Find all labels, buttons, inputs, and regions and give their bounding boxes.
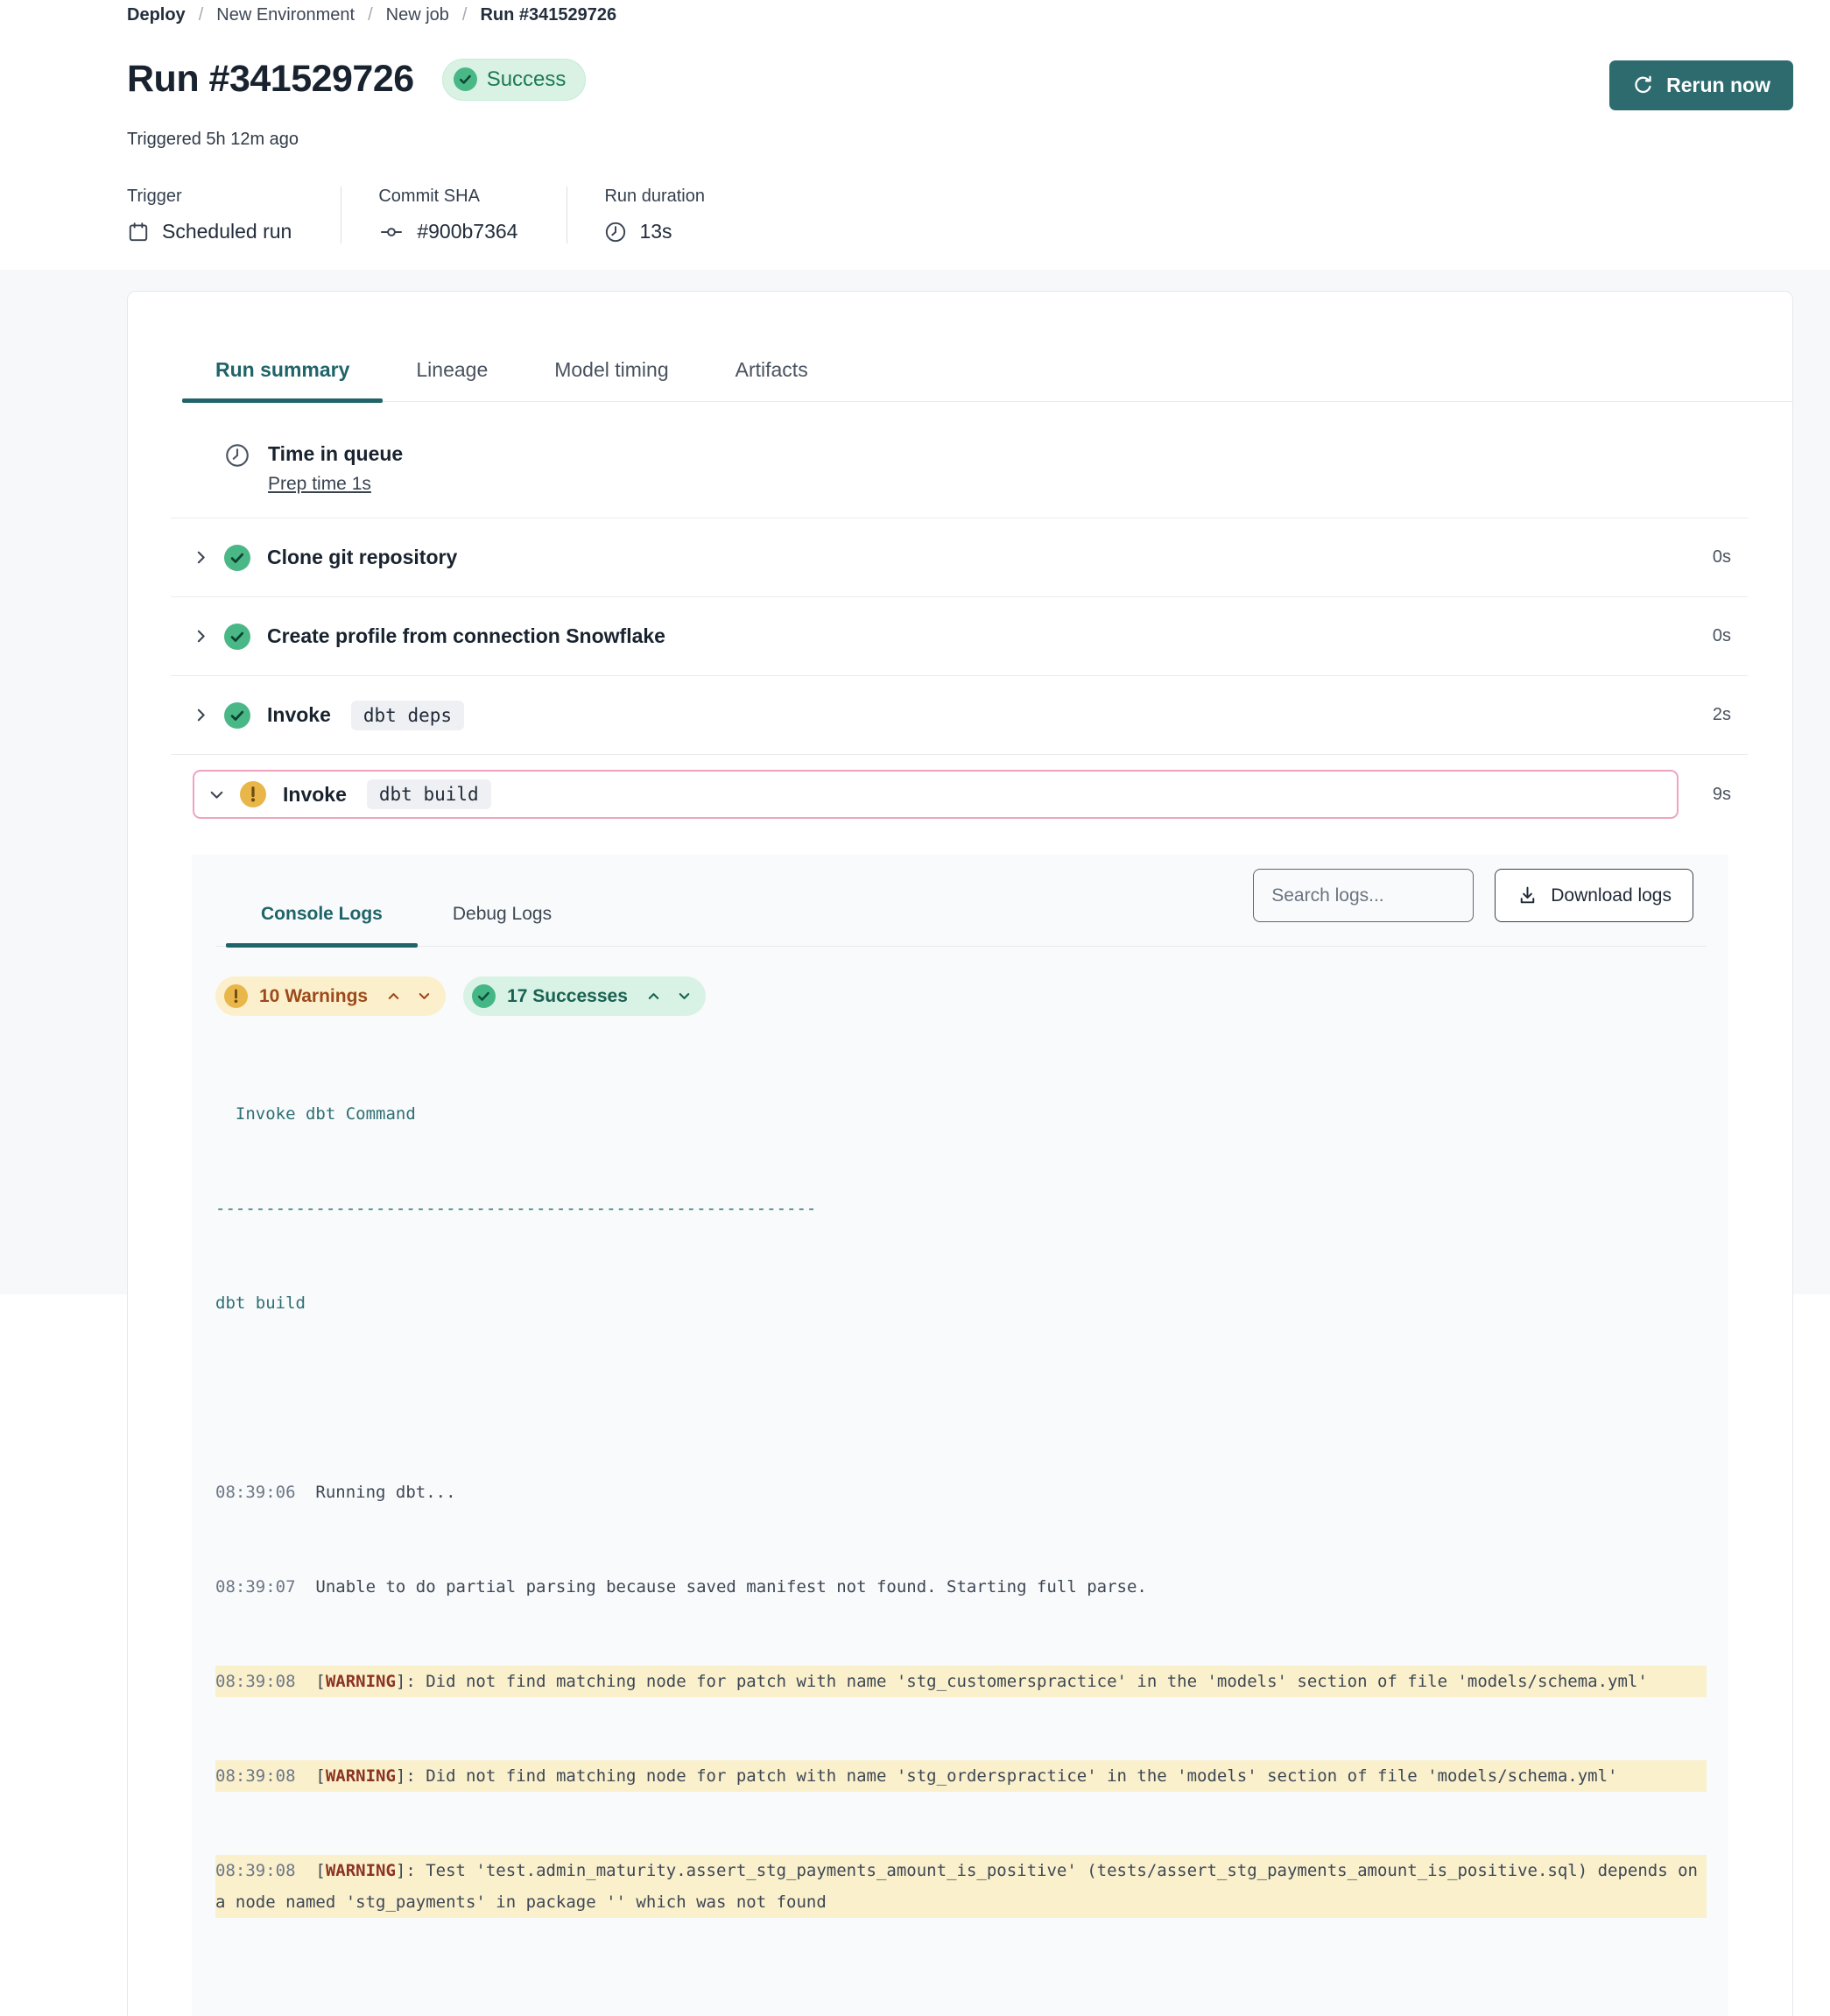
clock-icon — [604, 221, 627, 243]
successes-prev-chevron-up-icon[interactable] — [646, 989, 661, 1004]
tab-run-summary[interactable]: Run summary — [182, 346, 383, 401]
status-badge-label: Success — [487, 67, 567, 92]
step-label: Invoke — [283, 783, 347, 807]
check-circle-icon — [224, 545, 250, 571]
meta-trigger-label: Trigger — [127, 187, 292, 207]
meta-trigger-value: Scheduled run — [162, 220, 292, 243]
rerun-now-label: Rerun now — [1666, 74, 1770, 97]
successes-badge[interactable]: 17 Successes — [463, 976, 706, 1016]
warnings-next-chevron-down-icon[interactable] — [417, 989, 432, 1004]
breadcrumb-separator: / — [199, 5, 204, 25]
log-divider: ----------------------------------------… — [215, 1193, 1707, 1224]
tab-console-logs[interactable]: Console Logs — [226, 890, 418, 946]
step-label: Create profile from connection Snowflake — [267, 624, 665, 648]
meta-trigger: Trigger Scheduled run — [127, 187, 341, 243]
chevron-right-icon[interactable] — [193, 707, 209, 723]
alert-circle-icon — [224, 984, 248, 1008]
meta-duration-value: 13s — [639, 220, 672, 243]
tab-lineage[interactable]: Lineage — [383, 346, 521, 401]
warnings-prev-chevron-up-icon[interactable] — [386, 989, 401, 1004]
download-icon — [1517, 885, 1538, 906]
warnings-badge-label: 10 Warnings — [259, 986, 368, 1007]
log-header: Console Logs Debug Logs Download logs — [215, 869, 1707, 947]
log-command: dbt build — [215, 1287, 1707, 1319]
console-log-output[interactable]: Invoke dbt Command ---------------------… — [215, 1035, 1707, 1981]
log-controls: Download logs — [1253, 869, 1693, 936]
breadcrumb-separator: / — [462, 5, 468, 25]
calendar-icon — [127, 221, 150, 243]
breadcrumb: Deploy / New Environment / New job / Run… — [127, 4, 1793, 25]
check-circle-icon — [472, 984, 496, 1008]
download-logs-label: Download logs — [1551, 885, 1672, 906]
log-line: 08:39:06 Running dbt... — [215, 1477, 1707, 1508]
step-duration: 2s — [1713, 705, 1731, 725]
meta-commit: Commit SHA #900b7364 — [341, 187, 567, 243]
step-label: Clone git repository — [267, 546, 457, 569]
meta-duration: Run duration 13s — [567, 187, 754, 243]
chevron-right-icon[interactable] — [193, 628, 209, 645]
meta-commit-value: #900b7364 — [417, 220, 517, 243]
step-label: Invoke — [267, 703, 331, 727]
meta-commit-label: Commit SHA — [378, 187, 517, 207]
step-duration: 9s — [1713, 785, 1731, 805]
tab-model-timing[interactable]: Model timing — [521, 346, 701, 401]
log-line-warning: 08:39:08 [WARNING]: Test 'test.admin_mat… — [215, 1855, 1707, 1918]
check-circle-icon — [224, 624, 250, 650]
log-line-warning: 08:39:08 [WARNING]: Did not find matchin… — [215, 1666, 1707, 1697]
breadcrumb-item-environment[interactable]: New Environment — [216, 5, 355, 25]
breadcrumb-separator: / — [368, 5, 373, 25]
status-badge: Success — [442, 59, 587, 101]
breadcrumb-item-deploy[interactable]: Deploy — [127, 5, 186, 25]
run-header: Deploy / New Environment / New job / Run… — [0, 0, 1830, 243]
run-meta: Trigger Scheduled run Commit SHA #900b73… — [127, 187, 1793, 243]
alert-circle-icon — [240, 781, 266, 807]
warnings-badge[interactable]: 10 Warnings — [215, 976, 446, 1016]
card-stage: Run summary Lineage Model timing Artifac… — [0, 270, 1830, 1294]
step-row-clone-git[interactable]: Clone git repository 0s — [171, 518, 1748, 597]
step-duration: 0s — [1713, 547, 1731, 567]
git-commit-icon — [378, 221, 405, 243]
log-line: 08:39:07 Unable to do partial parsing be… — [215, 1571, 1707, 1603]
successes-badge-label: 17 Successes — [507, 986, 628, 1007]
refresh-icon — [1632, 74, 1654, 96]
step-row-dbt-build: Invoke dbt build 9s — [171, 755, 1748, 834]
step-command-chip: dbt build — [367, 779, 491, 809]
step-row-dbt-deps[interactable]: Invoke dbt deps 2s — [171, 676, 1748, 755]
log-filter-badges: 10 Warnings 17 Successes — [215, 976, 1707, 1016]
log-blank-line — [215, 1382, 1707, 1413]
rerun-now-button[interactable]: Rerun now — [1609, 60, 1793, 110]
log-tabs: Console Logs Debug Logs — [226, 890, 587, 946]
chevron-right-icon[interactable] — [193, 549, 209, 566]
step-command-chip: dbt deps — [351, 701, 464, 730]
successes-next-chevron-down-icon[interactable] — [677, 989, 692, 1004]
chevron-down-icon[interactable] — [208, 786, 225, 803]
run-tabs: Run summary Lineage Model timing Artifac… — [182, 346, 1792, 402]
page-title: Run #341529726 — [127, 58, 414, 101]
step-duration: 0s — [1713, 626, 1731, 646]
check-circle-icon — [454, 67, 477, 91]
run-summary-card: Run summary Lineage Model timing Artifac… — [127, 291, 1793, 2016]
clock-icon — [224, 442, 250, 469]
check-circle-icon — [224, 702, 250, 729]
title-row: Run #341529726 Success Rerun now — [127, 48, 1793, 110]
breadcrumb-item-run: Run #341529726 — [480, 5, 616, 25]
log-panel: Console Logs Debug Logs Download logs — [192, 855, 1728, 2016]
prep-time-link[interactable]: Prep time 1s — [268, 474, 403, 495]
meta-duration-label: Run duration — [604, 187, 705, 207]
step-row-create-profile[interactable]: Create profile from connection Snowflake… — [171, 597, 1748, 676]
time-in-queue-section: Time in queue Prep time 1s — [171, 402, 1748, 518]
log-line-warning: 08:39:08 [WARNING]: Did not find matchin… — [215, 1760, 1707, 1792]
step-dbt-build-selected[interactable]: Invoke dbt build — [193, 770, 1679, 819]
search-logs-input[interactable] — [1253, 869, 1474, 922]
breadcrumb-item-job[interactable]: New job — [386, 5, 449, 25]
time-in-queue-title: Time in queue — [268, 442, 403, 466]
download-logs-button[interactable]: Download logs — [1495, 869, 1693, 922]
tab-debug-logs[interactable]: Debug Logs — [418, 890, 587, 946]
triggered-timestamp: Triggered 5h 12m ago — [127, 130, 1793, 150]
tab-artifacts[interactable]: Artifacts — [702, 346, 841, 401]
log-command-title: Invoke dbt Command — [215, 1098, 1707, 1130]
